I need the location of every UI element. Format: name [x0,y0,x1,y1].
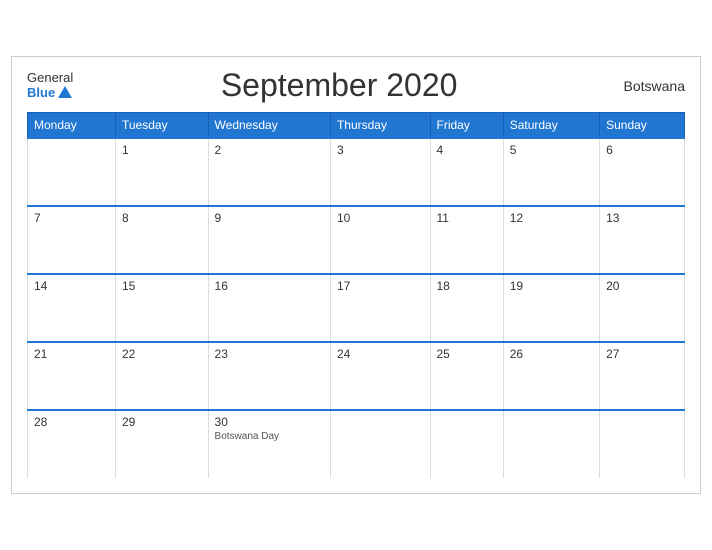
weekday-header-row: Monday Tuesday Wednesday Thursday Friday… [28,113,685,139]
day-cell: 27 [600,342,685,410]
day-cell: 13 [600,206,685,274]
day-cell: 28 [28,410,116,478]
holiday-label: Botswana Day [215,431,324,442]
day-number: 3 [337,143,424,157]
day-cell: 22 [115,342,208,410]
day-cell [28,138,116,206]
calendar-header: General Blue September 2020 Botswana [27,67,685,104]
day-number: 29 [122,415,202,429]
day-cell: 20 [600,274,685,342]
day-number: 24 [337,347,424,361]
day-cell: 26 [503,342,599,410]
day-cell: 17 [330,274,430,342]
day-cell: 23 [208,342,330,410]
day-number: 23 [215,347,324,361]
day-cell: 2 [208,138,330,206]
day-number: 8 [122,211,202,225]
calendar-container: General Blue September 2020 Botswana Mon… [11,56,701,494]
day-number: 18 [437,279,497,293]
day-number: 19 [510,279,593,293]
day-number: 4 [437,143,497,157]
day-number: 9 [215,211,324,225]
week-row-3: 14 15 16 17 18 19 20 [28,274,685,342]
col-thursday: Thursday [330,113,430,139]
day-number: 5 [510,143,593,157]
day-cell [430,410,503,478]
day-cell: 21 [28,342,116,410]
day-cell: 25 [430,342,503,410]
day-number: 12 [510,211,593,225]
logo-general-text: General [27,71,73,85]
calendar-title: September 2020 [73,67,605,104]
day-cell: 4 [430,138,503,206]
day-cell: 14 [28,274,116,342]
week-row-2: 789 10 11 12 13 [28,206,685,274]
day-cell: 24 [330,342,430,410]
day-cell: 6 [600,138,685,206]
week-row-1: 123456 [28,138,685,206]
week-row-5: 28 29 30 Botswana Day [28,410,685,478]
day-number: 14 [34,279,109,293]
day-number: 1 [122,143,202,157]
day-cell: 1 [115,138,208,206]
day-cell: 10 [330,206,430,274]
day-number: 7 [34,211,109,225]
day-cell [600,410,685,478]
day-cell: 18 [430,274,503,342]
day-number: 15 [122,279,202,293]
day-cell: 5 [503,138,599,206]
day-cell: 16 [208,274,330,342]
logo-area: General Blue [27,71,73,100]
day-cell: 7 [28,206,116,274]
day-number: 20 [606,279,678,293]
day-number: 2 [215,143,324,157]
day-number: 21 [34,347,109,361]
day-cell: 15 [115,274,208,342]
calendar-grid: Monday Tuesday Wednesday Thursday Friday… [27,112,685,478]
calendar-country: Botswana [605,78,685,94]
col-saturday: Saturday [503,113,599,139]
col-sunday: Sunday [600,113,685,139]
day-cell: 12 [503,206,599,274]
day-number: 13 [606,211,678,225]
day-cell: 11 [430,206,503,274]
day-cell: 3 [330,138,430,206]
day-number: 6 [606,143,678,157]
day-cell: 29 [115,410,208,478]
day-cell [503,410,599,478]
day-cell: 19 [503,274,599,342]
day-number: 25 [437,347,497,361]
week-row-4: 21 22 23 24 25 26 27 [28,342,685,410]
logo-blue-text: Blue [27,86,72,100]
col-monday: Monday [28,113,116,139]
day-number: 30 [215,415,324,429]
day-number: 28 [34,415,109,429]
day-cell [330,410,430,478]
day-number: 22 [122,347,202,361]
day-number: 27 [606,347,678,361]
col-wednesday: Wednesday [208,113,330,139]
day-cell: 30 Botswana Day [208,410,330,478]
day-number: 26 [510,347,593,361]
logo-triangle-icon [58,86,72,98]
day-cell: 9 [208,206,330,274]
col-tuesday: Tuesday [115,113,208,139]
day-number: 10 [337,211,424,225]
day-number: 11 [437,211,497,225]
day-number: 17 [337,279,424,293]
day-cell: 8 [115,206,208,274]
day-number: 16 [215,279,324,293]
col-friday: Friday [430,113,503,139]
